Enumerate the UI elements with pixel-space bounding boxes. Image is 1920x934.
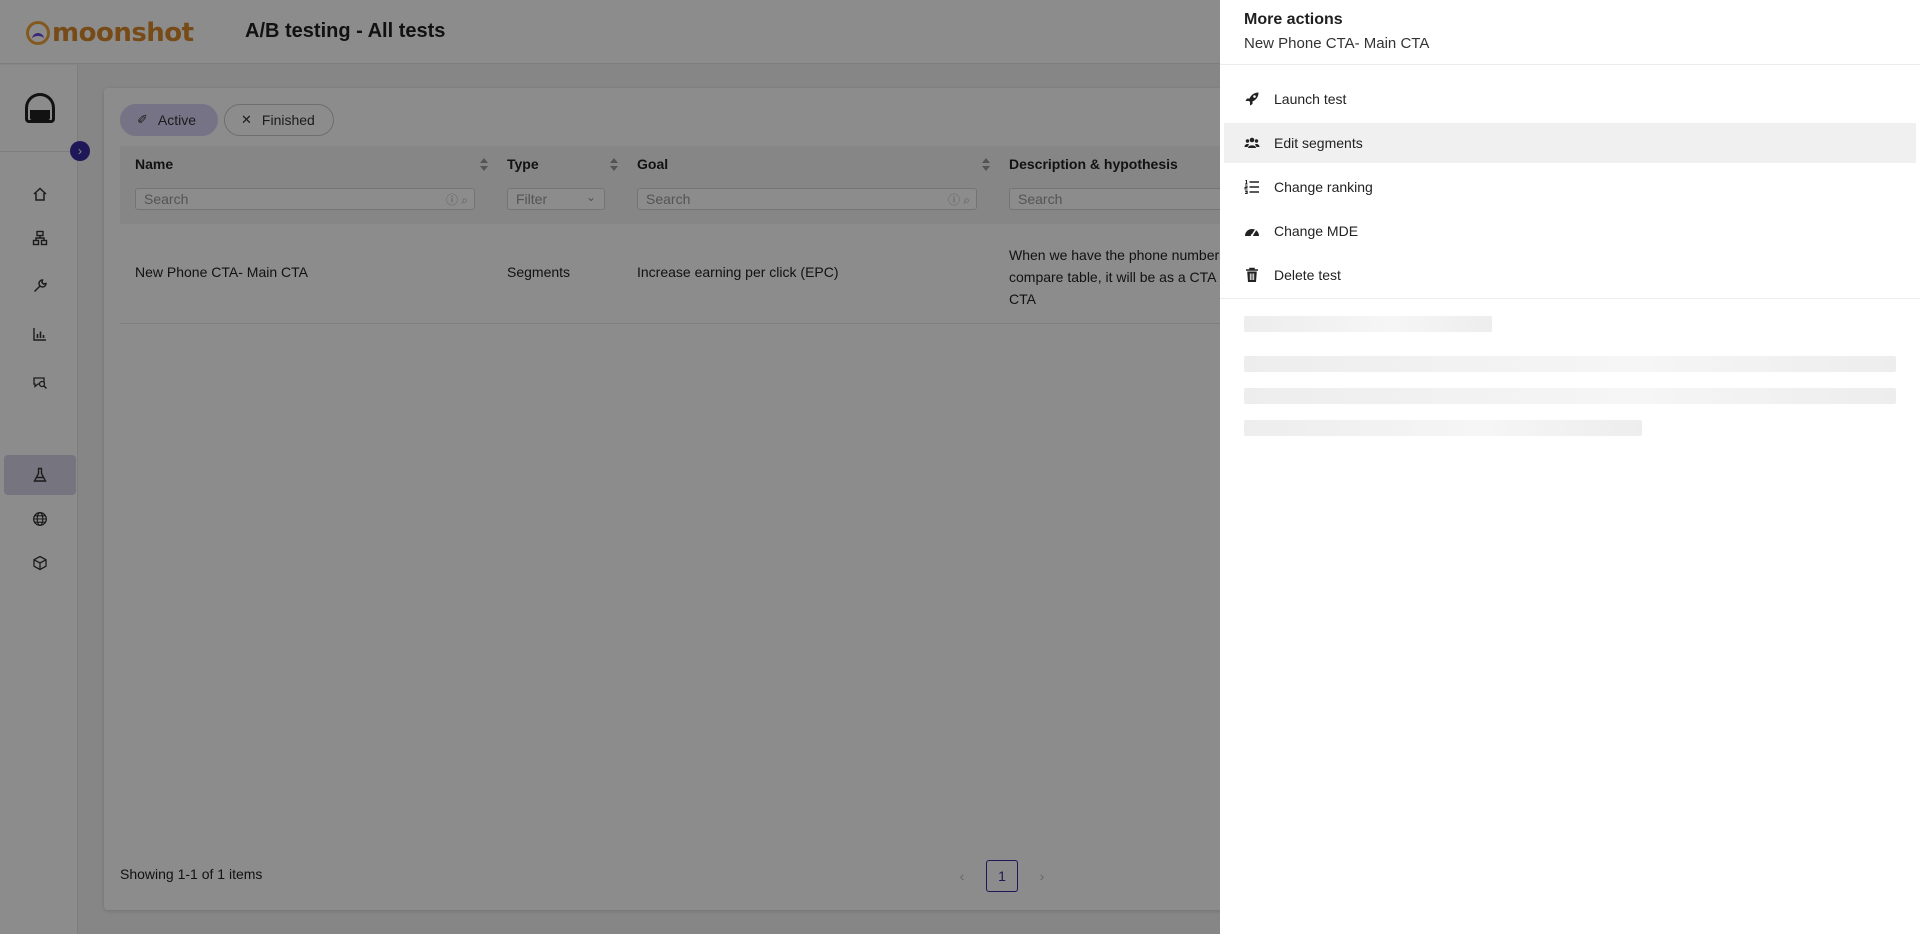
delete-test-action[interactable]: Delete test — [1224, 255, 1916, 295]
loading-skeleton — [1244, 316, 1492, 332]
drawer-title: More actions — [1244, 11, 1343, 28]
change-ranking-action[interactable]: Change ranking — [1224, 167, 1916, 207]
trash-icon — [1244, 267, 1260, 283]
launch-test-action[interactable]: Launch test — [1224, 79, 1916, 119]
change-ranking-label: Change ranking — [1274, 179, 1373, 195]
change-mde-action[interactable]: Change MDE — [1224, 211, 1916, 251]
gauge-icon — [1244, 223, 1260, 239]
drawer-divider — [1220, 298, 1920, 299]
change-mde-label: Change MDE — [1274, 223, 1359, 239]
drawer-subtitle: New Phone CTA- Main CTA — [1244, 35, 1430, 52]
drawer-header: More actions New Phone CTA- Main CTA — [1220, 0, 1920, 65]
edit-segments-action[interactable]: Edit segments — [1224, 123, 1916, 163]
loading-skeleton — [1244, 420, 1642, 436]
rocket-icon — [1244, 91, 1260, 107]
loading-skeleton — [1244, 356, 1896, 372]
loading-skeleton — [1244, 388, 1896, 404]
list-ordered-icon — [1244, 179, 1260, 195]
users-icon — [1244, 135, 1260, 151]
delete-test-label: Delete test — [1274, 267, 1341, 283]
launch-test-label: Launch test — [1274, 91, 1347, 107]
edit-segments-label: Edit segments — [1274, 135, 1363, 151]
more-actions-drawer: More actions New Phone CTA- Main CTA Lau… — [1220, 0, 1920, 934]
